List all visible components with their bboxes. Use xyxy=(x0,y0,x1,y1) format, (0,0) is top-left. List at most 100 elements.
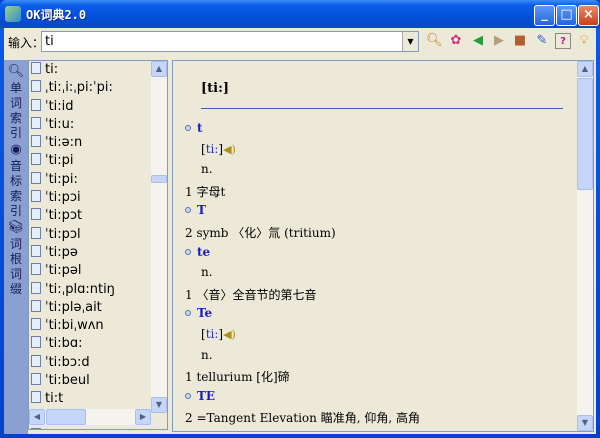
bullet-icon[interactable] xyxy=(185,207,191,214)
list-item[interactable]: ˈti:bɔ:d xyxy=(29,354,167,372)
definition: 1 tellurium [化]碲 xyxy=(185,368,290,385)
list-item[interactable]: ˈti:pləˌait xyxy=(29,299,167,317)
scroll-right-button[interactable]: ▶ xyxy=(135,409,151,425)
part-of-speech: n. xyxy=(201,265,213,279)
speaker-icon[interactable]: ◀) xyxy=(223,143,236,156)
list-item[interactable]: ti:t xyxy=(29,390,167,408)
list-item[interactable]: ˈti:u: xyxy=(29,116,167,134)
scroll-thumb[interactable] xyxy=(577,78,593,190)
list-item-label: ti:t xyxy=(45,391,64,407)
list-item-label: ˈti:pɔi xyxy=(45,190,81,206)
close-button[interactable]: × xyxy=(578,5,599,26)
tab-word-index[interactable]: 🔍︎ 单词索引 xyxy=(4,64,28,141)
part-of-speech: n. xyxy=(201,162,213,176)
list-item[interactable]: ˈti:ə:n xyxy=(29,134,167,152)
headword-text[interactable]: t xyxy=(197,121,203,135)
search-icon[interactable]: 🔍︎ xyxy=(426,33,443,49)
document-icon xyxy=(31,208,41,221)
bullet-icon[interactable] xyxy=(185,310,191,317)
tab-label: 音标索引 xyxy=(10,159,23,218)
list-item[interactable]: ˈti:tɔ:rən xyxy=(29,427,167,429)
definition: 1 字母t xyxy=(185,183,225,200)
definition-text: 〈音〉全音节的第七音 xyxy=(196,287,317,302)
document-icon xyxy=(31,244,41,257)
list-item[interactable]: ˈti:biˌwʌn xyxy=(29,317,167,335)
tab-root-affix[interactable]: 📚︎ 词根词缀 xyxy=(4,220,28,297)
tab-phonetic-index[interactable]: ◉ 音标索引 xyxy=(4,142,28,219)
list-vertical-scrollbar[interactable]: ▲ ▼ xyxy=(151,61,167,413)
title-bar: OK词典2.0 _ □ × xyxy=(0,0,600,28)
list-item[interactable]: ˈti:pəl xyxy=(29,262,167,280)
bullet-icon[interactable] xyxy=(185,392,191,399)
list-item-label: ˈti:pɔl xyxy=(45,226,81,242)
headword-text[interactable]: Te xyxy=(197,306,212,320)
definition-number: 2 xyxy=(185,226,193,240)
document-icon xyxy=(31,318,41,331)
scroll-down-button[interactable]: ▼ xyxy=(577,415,593,431)
speaker-icon[interactable]: ◀) xyxy=(223,328,236,341)
search-input[interactable] xyxy=(42,32,398,51)
list-item[interactable]: ˈti:ˌplɑ:ntiŋ xyxy=(29,281,167,299)
document-icon xyxy=(31,373,41,386)
word-list[interactable]: ti: ˌti:ˌi:ˌpi:ˈpi: ˈti:id ˈti:u: ˈti:ə:n ˈti… xyxy=(28,60,168,430)
headword: Te xyxy=(185,306,212,320)
dropdown-arrow-icon[interactable]: ▼ xyxy=(402,32,418,51)
document-icon xyxy=(31,281,41,294)
bullet-icon[interactable] xyxy=(185,125,191,131)
entry-heading: [ti:] xyxy=(201,81,230,96)
document-icon xyxy=(31,171,41,184)
forward-icon[interactable]: ▶ xyxy=(491,33,507,49)
list-item-label: ti: xyxy=(45,62,59,77)
edit-icon[interactable]: ✎ xyxy=(534,33,550,49)
scroll-up-button[interactable]: ▲ xyxy=(577,61,593,77)
tip-icon[interactable]: 💡︎ xyxy=(576,33,592,49)
list-item[interactable]: ˈti:pɔi xyxy=(29,189,167,207)
list-item[interactable]: ˈti:beul xyxy=(29,372,167,390)
headword-text[interactable]: te xyxy=(197,245,210,259)
scroll-left-button[interactable]: ◀ xyxy=(29,409,45,425)
list-item[interactable]: ˈti:bɑ: xyxy=(29,335,167,353)
headword: t xyxy=(185,121,203,135)
list-horizontal-scrollbar[interactable]: ◀ ▶ xyxy=(29,409,151,425)
list-item-label: ˈti:bɑ: xyxy=(45,336,83,352)
document-icon xyxy=(31,299,41,312)
scroll-thumb[interactable] xyxy=(151,175,167,183)
list-item[interactable]: ti: xyxy=(29,61,167,79)
scroll-down-button[interactable]: ▼ xyxy=(151,397,167,413)
list-item[interactable]: ˈti:id xyxy=(29,98,167,116)
phonetic: [ti:]◀) xyxy=(201,327,236,341)
search-combo[interactable]: ▼ xyxy=(41,31,419,52)
list-item-label: ˈti:pəl xyxy=(45,263,82,279)
headword-text[interactable]: T xyxy=(197,203,206,217)
back-icon[interactable]: ◀ xyxy=(470,33,486,49)
list-item[interactable]: ˈti:pi: xyxy=(29,171,167,189)
list-item-label: ˈti:pə xyxy=(45,244,78,260)
document-icon xyxy=(31,116,41,129)
list-item-label: ˈti:u: xyxy=(45,116,75,132)
document-icon xyxy=(31,153,41,166)
phonetic-text: ti: xyxy=(205,327,219,341)
pos-text: n. xyxy=(201,265,213,280)
bullet-icon[interactable] xyxy=(185,248,191,255)
list-item-label: ˈti:id xyxy=(45,98,74,114)
headword-text[interactable]: TE xyxy=(197,389,215,403)
client-area: 输入： ▼ 🔍︎ ✿ ◀ ▶ ■ ✎ ? 💡︎ 🔍︎ 单词索引 ◉ 音标索引 📚︎ 词… xyxy=(4,28,596,434)
pos-text: n. xyxy=(201,162,213,177)
list-item[interactable]: ˌti:ˌi:ˌpi:ˈpi: xyxy=(29,79,167,97)
flower-icon[interactable]: ✿ xyxy=(448,33,464,49)
list-item[interactable]: ˈti:pə xyxy=(29,244,167,262)
maximize-button[interactable]: □ xyxy=(556,5,577,26)
hscroll-thumb[interactable] xyxy=(46,409,86,425)
list-item[interactable]: ˈti:pɔt xyxy=(29,207,167,225)
list-item[interactable]: ˈti:pɔl xyxy=(29,226,167,244)
scroll-up-button[interactable]: ▲ xyxy=(151,61,167,77)
list-item-label: ˈti:bɔ:d xyxy=(45,354,90,370)
list-item[interactable]: ˈti:pi xyxy=(29,152,167,170)
document-icon xyxy=(31,336,41,349)
input-label: 输入： xyxy=(8,36,45,50)
heading-divider xyxy=(201,108,563,109)
lookup-icon[interactable]: ■ xyxy=(512,33,528,49)
help-icon[interactable]: ? xyxy=(555,33,571,49)
minimize-button[interactable]: _ xyxy=(534,5,555,26)
content-vertical-scrollbar[interactable]: ▲ ▼ xyxy=(577,61,593,431)
